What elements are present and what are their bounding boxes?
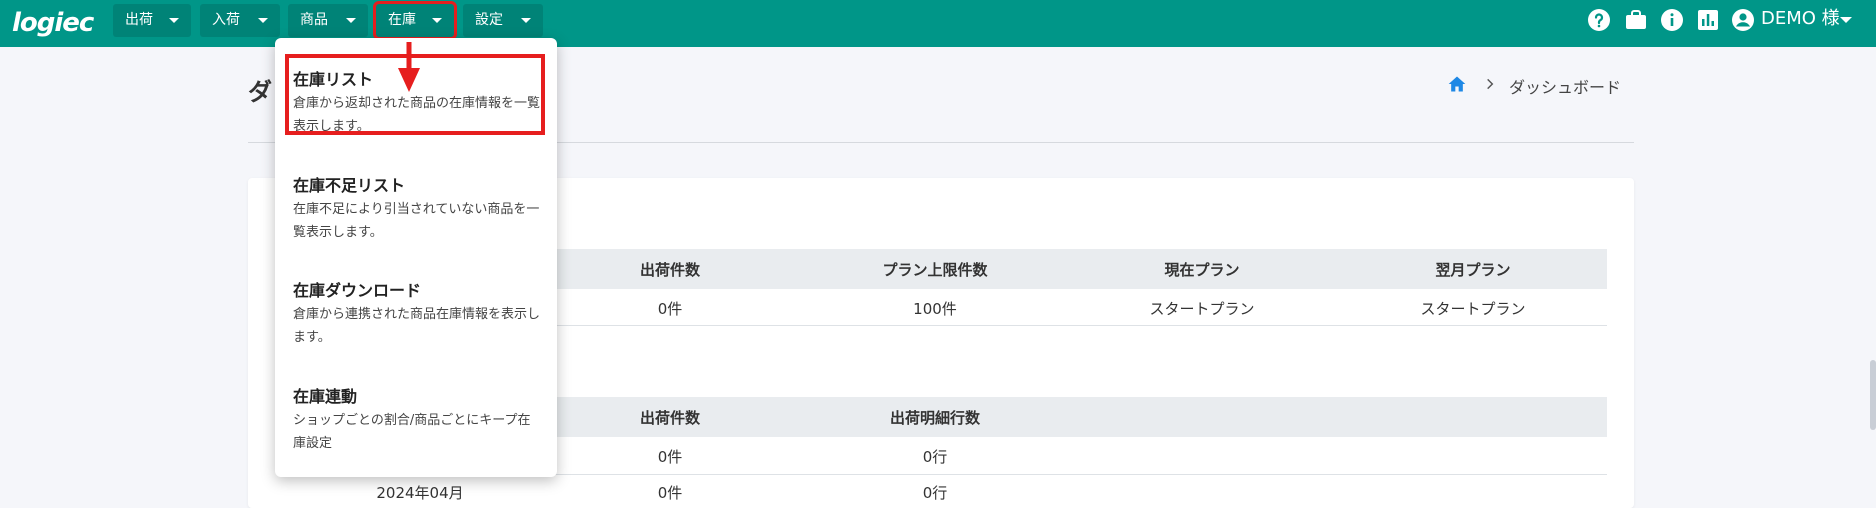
briefcase-icon[interactable] — [1624, 8, 1648, 32]
page-title: ダ — [248, 78, 272, 106]
user-name[interactable]: DEMO 様 — [1761, 7, 1840, 31]
table2-row1-line-items: 0行 — [922, 448, 948, 466]
menu-item-title: 在庫連動 — [293, 387, 358, 406]
home-icon[interactable] — [1447, 74, 1467, 94]
table2-row2-shipments: 0件 — [657, 484, 683, 502]
table1-header-next-plan: 翌月プラン — [1435, 261, 1511, 279]
table2-row2-month: 2024年04月 — [376, 484, 464, 502]
caret-down-icon[interactable] — [1840, 17, 1852, 23]
menu-item-description: 倉庫から連携された商品在庫情報を表示します。 — [293, 307, 541, 345]
annotation-arrow-icon — [398, 42, 420, 92]
caret-down-icon — [258, 18, 268, 23]
logo[interactable]: logiec — [12, 8, 94, 38]
nav-products-menu[interactable]: 商品 — [288, 4, 368, 37]
nav-receiving-menu[interactable]: 入荷 — [200, 4, 280, 37]
logo-text: logiec — [12, 8, 94, 38]
menu-item-inventory-shortage[interactable]: 在庫不足リスト 在庫不足により引当されていない商品を一覧表示します。 — [275, 162, 557, 262]
menu-item-description: ショップごとの割合/商品ごとにキープ在庫設定 — [293, 413, 531, 451]
table2-header-line-items: 出荷明細行数 — [889, 409, 980, 427]
caret-down-icon — [432, 18, 442, 23]
table1-header-plan-limit: プラン上限件数 — [882, 261, 988, 279]
menu-item-inventory-download[interactable]: 在庫ダウンロード 倉庫から連携された商品在庫情報を表示します。 — [275, 267, 557, 367]
account-icon[interactable] — [1731, 8, 1755, 32]
chart-icon[interactable] — [1696, 8, 1720, 32]
nav-shipping-menu[interactable]: 出荷 — [113, 4, 191, 37]
table1-cell-next-plan: スタートプラン — [1420, 300, 1526, 318]
table2-header-shipments: 出荷件数 — [639, 409, 700, 427]
scrollbar-handle[interactable] — [1870, 360, 1876, 430]
breadcrumb-current: ダッシュボード — [1509, 78, 1622, 97]
menu-item-description: 在庫不足により引当されていない商品を一覧表示します。 — [293, 202, 540, 240]
nav-inventory-label: 在庫 — [388, 12, 416, 28]
info-icon[interactable] — [1660, 8, 1684, 32]
nav-products-label: 商品 — [300, 12, 328, 28]
table2-row1-shipments: 0件 — [657, 448, 683, 466]
table2-row2-line-items: 0行 — [922, 484, 948, 502]
table1-cell-plan-limit: 100件 — [913, 300, 957, 318]
table1-cell-current-plan: スタートプラン — [1149, 300, 1255, 318]
menu-item-title: 在庫不足リスト — [293, 176, 406, 195]
nav-inventory-menu[interactable]: 在庫 — [373, 1, 457, 40]
caret-down-icon — [521, 18, 531, 23]
help-icon[interactable] — [1587, 8, 1611, 32]
chevron-right-icon — [1487, 78, 1494, 90]
nav-settings-menu[interactable]: 設定 — [463, 4, 543, 37]
nav-shipping-label: 出荷 — [125, 12, 153, 28]
table1-cell-shipments: 0件 — [657, 300, 683, 318]
table1-header-shipments: 出荷件数 — [639, 261, 700, 279]
caret-down-icon — [169, 18, 179, 23]
nav-settings-label: 設定 — [475, 12, 503, 28]
nav-receiving-label: 入荷 — [212, 12, 240, 28]
menu-item-inventory-sync[interactable]: 在庫連動 ショップごとの割合/商品ごとにキープ在庫設定 — [275, 373, 557, 473]
menu-item-title: 在庫ダウンロード — [293, 281, 422, 300]
table1-header-current-plan: 現在プラン — [1164, 261, 1240, 279]
caret-down-icon — [346, 18, 356, 23]
